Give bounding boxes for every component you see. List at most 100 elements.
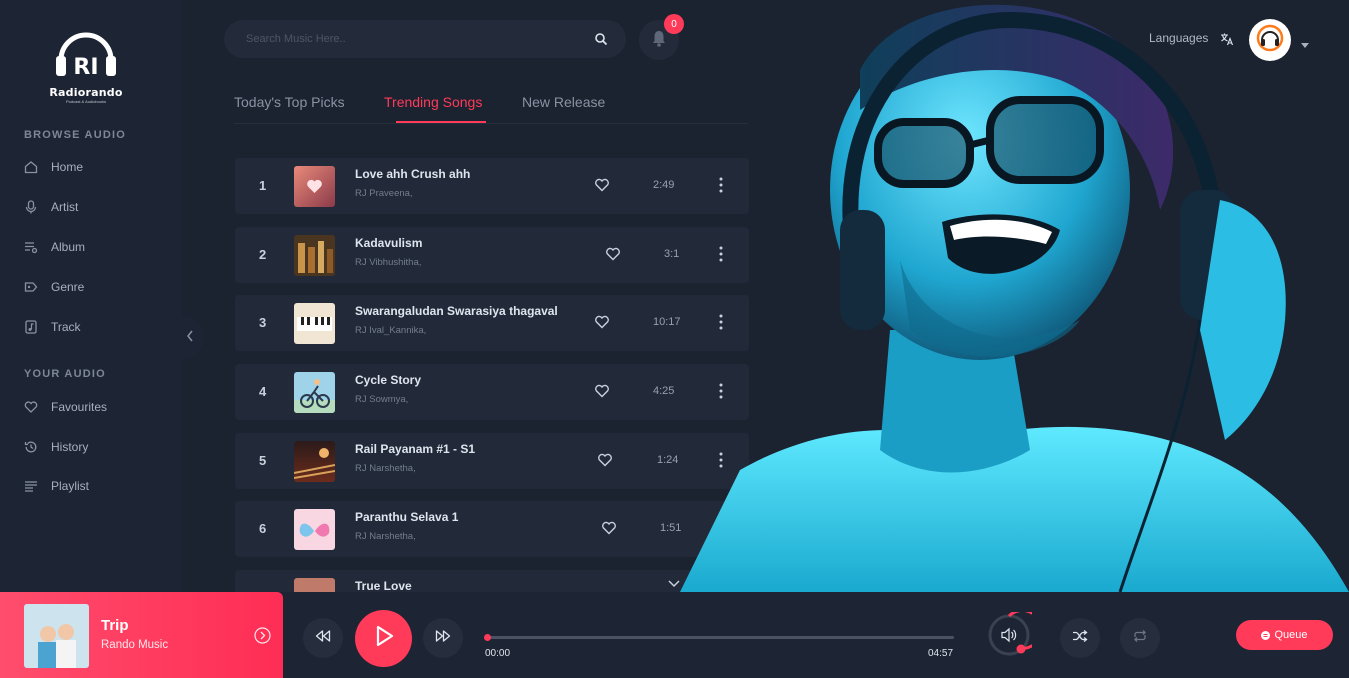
fast-forward-button[interactable] <box>423 618 463 658</box>
music-file-icon <box>24 320 38 334</box>
track-artwork <box>294 303 335 344</box>
track-artist: RJ Vibhushitha, <box>355 257 422 268</box>
current-time: 00:00 <box>485 648 511 659</box>
sidebar-item-genre[interactable]: Genre <box>24 277 164 297</box>
track-artist: RJ Sowmya, <box>355 394 409 405</box>
search-input[interactable] <box>246 30 576 48</box>
track-artwork <box>294 441 335 482</box>
sidebar-item-label: Genre <box>51 280 85 294</box>
track-duration: 4:25 <box>653 385 675 397</box>
now-playing-title: Trip <box>101 617 129 634</box>
track-title: True Love <box>355 579 412 592</box>
progress-bar[interactable] <box>484 634 954 641</box>
rewind-icon <box>315 629 331 647</box>
heart-icon[interactable] <box>594 383 610 399</box>
sidebar-item-track[interactable]: Track <box>24 317 164 337</box>
track-number: 4 <box>259 384 267 399</box>
chevron-down-icon[interactable] <box>667 576 681 588</box>
tab-todays-top-picks[interactable]: Today's Top Picks <box>234 94 345 110</box>
headphones-logo-icon: RI <box>53 24 119 82</box>
track-number: 6 <box>259 521 267 536</box>
heart-icon[interactable] <box>594 177 610 193</box>
player-bar: Trip Rando Music 00:00 04:57 Queue <box>0 592 1349 678</box>
chevron-left-icon <box>186 329 194 347</box>
track-title: Rail Payanam #1 - S1 <box>355 442 476 456</box>
play-icon <box>374 625 394 652</box>
sidebar-item-label: Favourites <box>51 400 108 414</box>
track-artist: RJ Narshetha, <box>355 463 416 474</box>
brand-logo[interactable]: RI Radiorando Podcast & Audiobooks <box>46 24 126 104</box>
heart-icon[interactable] <box>597 452 613 468</box>
translate-icon[interactable] <box>1220 32 1234 46</box>
avatar[interactable] <box>1249 19 1291 61</box>
search-icon[interactable] <box>594 32 608 46</box>
volume-control[interactable] <box>986 608 1043 658</box>
sidebar-item-playlist[interactable]: Playlist <box>24 476 164 496</box>
track-artist: RJ Praveena, <box>355 188 413 199</box>
repeat-button[interactable] <box>1120 618 1160 658</box>
play-button[interactable] <box>355 610 412 667</box>
home-icon <box>24 160 38 174</box>
queue-icon <box>1261 630 1271 640</box>
repeat-icon <box>1132 629 1148 648</box>
track-artwork <box>294 509 335 550</box>
history-icon <box>24 440 38 454</box>
track-title: Love ahh Crush ahh <box>355 167 471 181</box>
track-row[interactable]: 5 Rail Payanam #1 - S1 RJ Narshetha, 1:2… <box>235 433 749 489</box>
languages-label[interactable]: Languages <box>1149 31 1208 45</box>
heart-icon[interactable] <box>594 314 610 330</box>
microphone-icon <box>24 200 38 214</box>
track-duration: 2:49 <box>653 179 675 191</box>
heart-icon[interactable] <box>605 246 621 262</box>
search-bar <box>224 20 626 58</box>
track-artwork <box>294 235 335 276</box>
sidebar-item-label: Track <box>51 320 81 334</box>
track-row[interactable]: 2 Kadavulism RJ Vibhushitha, 3:1 <box>235 227 749 283</box>
sidebar-item-artist[interactable]: Artist <box>24 197 164 217</box>
shuffle-icon <box>1072 629 1088 648</box>
album-list-icon <box>24 240 38 254</box>
track-artwork <box>294 372 335 413</box>
brand-name: Radiorando <box>49 86 123 99</box>
now-playing-artist: Rando Music <box>101 639 169 651</box>
playlist-icon <box>24 479 38 493</box>
sidebar-item-label: Artist <box>51 200 79 214</box>
track-artist: RJ Narshetha, <box>355 531 416 542</box>
track-number: 2 <box>259 247 267 262</box>
track-row[interactable]: 3 Swarangaludan Swarasiya thagaval RJ Iv… <box>235 295 749 351</box>
shuffle-button[interactable] <box>1060 618 1100 658</box>
sidebar-item-label: Home <box>51 160 84 174</box>
track-artwork <box>294 578 335 592</box>
track-title: Kadavulism <box>355 236 423 250</box>
track-row[interactable]: 4 Cycle Story RJ Sowmya, 4:25 <box>235 364 749 420</box>
sidebar-item-home[interactable]: Home <box>24 157 164 177</box>
sidebar-collapse-button[interactable] <box>176 316 204 360</box>
hero-image <box>680 0 1349 593</box>
track-artist: RJ Ival_Kannika, <box>355 325 427 336</box>
heart-icon[interactable] <box>601 520 617 536</box>
sidebar-item-history[interactable]: History <box>24 437 164 457</box>
caret-down-icon[interactable] <box>1301 36 1309 48</box>
sidebar-item-album[interactable]: Album <box>24 237 164 257</box>
now-playing-card[interactable]: Trip Rando Music <box>0 592 283 678</box>
rewind-button[interactable] <box>303 618 343 658</box>
sidebar-item-favourites[interactable]: Favourites <box>24 397 164 417</box>
track-row[interactable]: 6 Paranthu Selava 1 RJ Narshetha, 1:51 <box>235 501 749 557</box>
heart-icon <box>24 400 38 414</box>
queue-label: Queue <box>1274 629 1308 641</box>
track-row[interactable]: 1 Love ahh Crush ahh RJ Praveena, 2:49 <box>235 158 749 214</box>
sidebar: RI Radiorando Podcast & Audiobooks BROWS… <box>0 0 182 592</box>
tab-new-release[interactable]: New Release <box>522 94 605 110</box>
total-time: 04:57 <box>928 648 954 659</box>
track-title: Swarangaludan Swarasiya thagaval <box>355 304 558 318</box>
progress-handle[interactable] <box>484 634 491 641</box>
sidebar-item-label: Album <box>51 240 86 254</box>
tab-trending-songs[interactable]: Trending Songs <box>384 94 482 110</box>
browse-audio-heading: BROWSE AUDIO <box>24 129 126 141</box>
track-duration: 1:24 <box>657 454 679 466</box>
genre-tag-icon <box>24 280 38 294</box>
content-tabs: Today's Top Picks Trending Songs New Rel… <box>234 94 748 124</box>
chevron-right-circle-icon[interactable] <box>254 627 271 644</box>
your-audio-heading: YOUR AUDIO <box>24 368 106 380</box>
queue-button[interactable]: Queue <box>1236 620 1333 650</box>
